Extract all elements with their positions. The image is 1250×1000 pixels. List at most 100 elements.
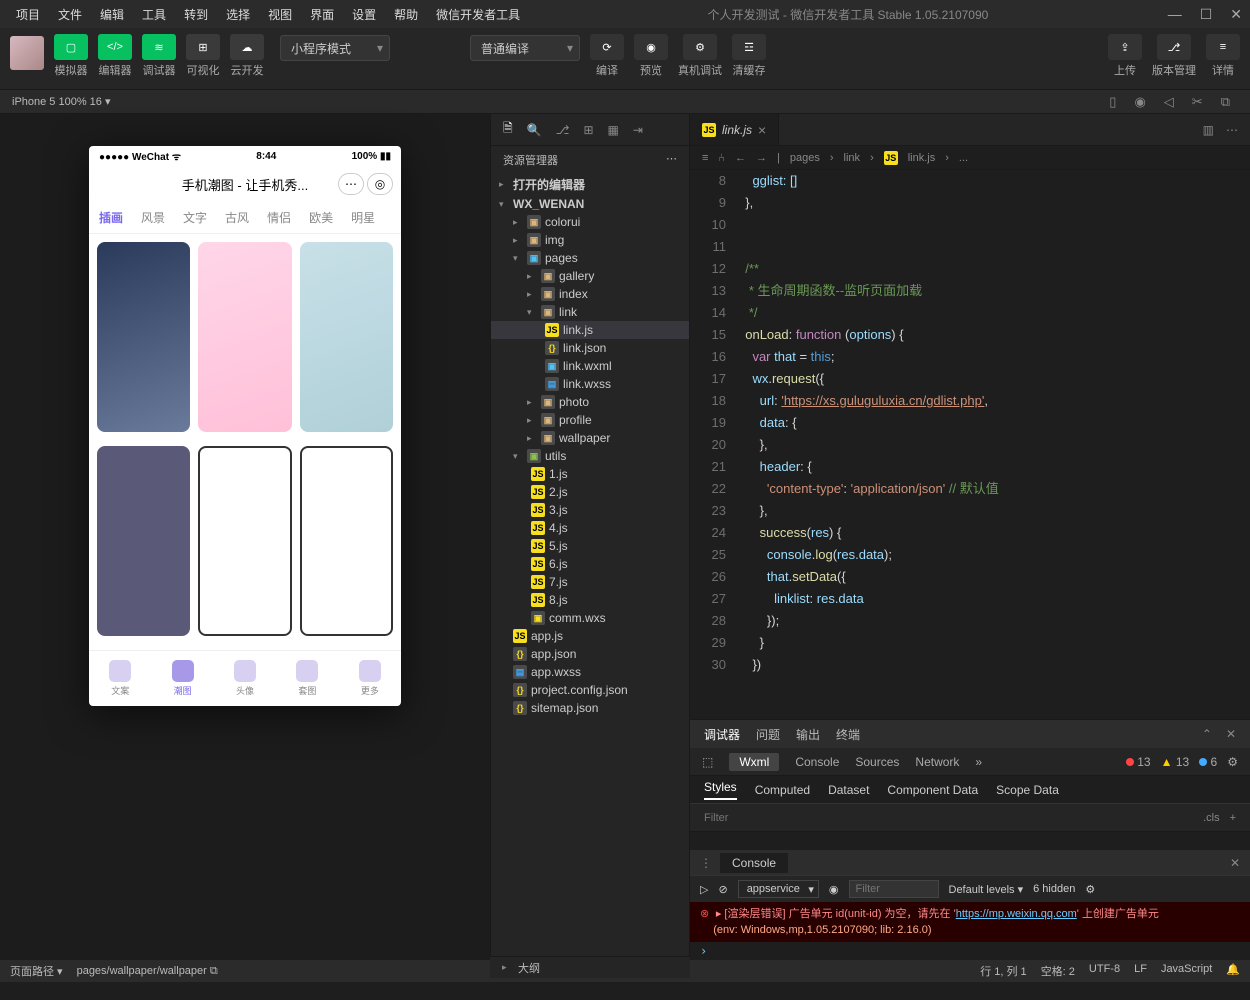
menu-ui[interactable]: 界面 <box>302 4 342 25</box>
code-content[interactable]: gglist: [] }, /** * 生命周期函数--监听页面加载 */ on… <box>738 170 1250 719</box>
visualize-button[interactable]: ⊞ <box>186 34 220 60</box>
tree-file-sitemap[interactable]: {}sitemap.json <box>491 699 689 717</box>
nav-set[interactable]: 套图 <box>276 651 338 706</box>
maximize-icon[interactable]: ☐ <box>1200 6 1213 23</box>
wallpaper-card[interactable] <box>300 242 393 432</box>
simulator-button[interactable]: ▢ <box>54 34 88 60</box>
status-cursor-pos[interactable]: 行 1, 列 1 <box>980 963 1026 979</box>
preview-button[interactable]: ◉ <box>634 34 668 60</box>
status-notify-icon[interactable]: 🔔 <box>1226 963 1240 979</box>
tree-folder-wallpaper[interactable]: ▸▣wallpaper <box>491 429 689 447</box>
status-path-label[interactable]: 页面路径 ▾ <box>10 963 63 979</box>
breadcrumb-item[interactable]: link.js <box>908 152 936 164</box>
editor-button[interactable]: </> <box>98 34 132 60</box>
device-orientation-icon[interactable]: ▯ <box>1109 94 1116 110</box>
tree-file[interactable]: JS6.js <box>491 555 689 573</box>
console-hidden[interactable]: 6 hidden <box>1033 883 1075 895</box>
tree-file-linkwxss[interactable]: ▤link.wxss <box>491 375 689 393</box>
breadcrumb-item[interactable]: pages <box>790 152 820 164</box>
status-eol[interactable]: LF <box>1134 963 1147 979</box>
wallpaper-card[interactable] <box>97 446 190 636</box>
panel-tab-terminal[interactable]: 终端 <box>836 726 860 743</box>
menu-select[interactable]: 选择 <box>218 4 258 25</box>
app-mode-select[interactable]: 小程序模式 <box>280 35 390 61</box>
clear-cache-button[interactable]: ☲ <box>732 34 766 60</box>
menu-goto[interactable]: 转到 <box>176 4 216 25</box>
panel-close-icon[interactable]: ✕ <box>1226 727 1236 741</box>
tree-file[interactable]: JS2.js <box>491 483 689 501</box>
menu-view[interactable]: 视图 <box>260 4 300 25</box>
nav-avatar[interactable]: 头像 <box>214 651 276 706</box>
tree-file-appjson[interactable]: {}app.json <box>491 645 689 663</box>
panel-tab-problems[interactable]: 问题 <box>756 726 780 743</box>
capsule-menu-icon[interactable]: ⋯ <box>338 173 364 195</box>
menu-wechat-devtools[interactable]: 微信开发者工具 <box>428 4 528 25</box>
explorer-search-icon[interactable]: 🔍 <box>527 123 542 137</box>
tree-file-linkwxml[interactable]: ▣link.wxml <box>491 357 689 375</box>
tree-folder-colorui[interactable]: ▸▣colorui <box>491 213 689 231</box>
device-select[interactable]: iPhone 5 100% 16 ▾ <box>12 95 111 108</box>
devtab-sources[interactable]: Sources <box>855 755 899 769</box>
styles-filter-input[interactable] <box>704 812 1193 824</box>
styletab-dataset[interactable]: Dataset <box>828 783 869 797</box>
tab-close-icon[interactable]: × <box>758 122 766 138</box>
styletab-scopedata[interactable]: Scope Data <box>996 783 1059 797</box>
tree-folder-gallery[interactable]: ▸▣gallery <box>491 267 689 285</box>
close-icon[interactable]: ✕ <box>1230 6 1242 23</box>
panel-tab-output[interactable]: 输出 <box>796 726 820 743</box>
wallpaper-card[interactable] <box>198 446 291 636</box>
remote-debug-button[interactable]: ⚙ <box>683 34 717 60</box>
breadcrumb-item[interactable]: ... <box>959 152 968 164</box>
styletab-styles[interactable]: Styles <box>704 780 737 800</box>
styletab-computed[interactable]: Computed <box>755 783 810 797</box>
sim-tab-western[interactable]: 欧美 <box>309 209 333 226</box>
console-levels[interactable]: Default levels ▾ <box>949 883 1024 896</box>
tree-project-root[interactable]: ▾WX_WENAN <box>491 195 689 213</box>
capsule-close-icon[interactable]: ◎ <box>367 173 393 195</box>
cls-toggle[interactable]: .cls <box>1203 812 1220 824</box>
status-indent[interactable]: 空格: 2 <box>1041 963 1075 979</box>
console-stop-icon[interactable]: ⊘ <box>718 883 727 896</box>
sim-tab-illustration[interactable]: 插画 <box>99 209 123 226</box>
tree-folder-profile[interactable]: ▸▣profile <box>491 411 689 429</box>
tree-file-linkjs[interactable]: JSlink.js <box>491 321 689 339</box>
devtab-console[interactable]: Console <box>795 755 839 769</box>
sim-tab-text[interactable]: 文字 <box>183 209 207 226</box>
sim-tab-ancient[interactable]: 古风 <box>225 209 249 226</box>
nav-wallpaper[interactable]: 潮图 <box>151 651 213 706</box>
devtab-network[interactable]: Network <box>915 755 959 769</box>
tree-folder-index[interactable]: ▸▣index <box>491 285 689 303</box>
device-mute-icon[interactable]: ◁ <box>1164 94 1174 110</box>
menu-project[interactable]: 项目 <box>8 4 48 25</box>
cloud-button[interactable]: ☁ <box>230 34 264 60</box>
compile-mode-select[interactable]: 普通编译 <box>470 35 580 61</box>
status-path[interactable]: pages/wallpaper/wallpaper ⧉ <box>77 965 218 978</box>
sim-tab-star[interactable]: 明星 <box>351 209 375 226</box>
tree-folder-img[interactable]: ▸▣img <box>491 231 689 249</box>
tree-file[interactable]: JS3.js <box>491 501 689 519</box>
devtab-more-icon[interactable]: » <box>975 755 982 769</box>
list-icon[interactable]: ≡ <box>702 152 708 164</box>
editor-split-icon[interactable]: ▥ <box>1203 123 1214 137</box>
tree-file-linkjson[interactable]: {}link.json <box>491 339 689 357</box>
compile-button[interactable]: ⟳ <box>590 34 624 60</box>
tree-folder-link[interactable]: ▾▣link <box>491 303 689 321</box>
editor-tab-linkjs[interactable]: JS link.js × <box>690 114 779 145</box>
status-language[interactable]: JavaScript <box>1161 963 1212 979</box>
explorer-plugin-icon[interactable]: ⇥ <box>633 123 643 137</box>
tree-open-editors[interactable]: ▸打开的编辑器 <box>491 174 689 195</box>
devtools-settings-icon[interactable]: ⚙ <box>1227 755 1238 769</box>
explorer-build-icon[interactable]: ▦ <box>608 123 619 137</box>
breadcrumb-item[interactable]: link <box>844 152 861 164</box>
console-context-select[interactable]: appservice▾ <box>738 880 819 898</box>
device-copy-icon[interactable]: ⧉ <box>1221 94 1230 110</box>
explorer-git-icon[interactable]: ⎇ <box>556 123 570 137</box>
explorer-more-icon[interactable]: ⋯ <box>666 152 677 168</box>
details-button[interactable]: ≡ <box>1206 34 1240 60</box>
panel-collapse-icon[interactable]: ⌃ <box>1202 727 1212 741</box>
styletab-componentdata[interactable]: Component Data <box>887 783 978 797</box>
console-drawer-icon[interactable]: ⋮ <box>700 856 712 870</box>
explorer-ext-icon[interactable]: ⊞ <box>583 123 593 137</box>
tree-file[interactable]: ▣comm.wxs <box>491 609 689 627</box>
status-encoding[interactable]: UTF-8 <box>1089 963 1120 979</box>
